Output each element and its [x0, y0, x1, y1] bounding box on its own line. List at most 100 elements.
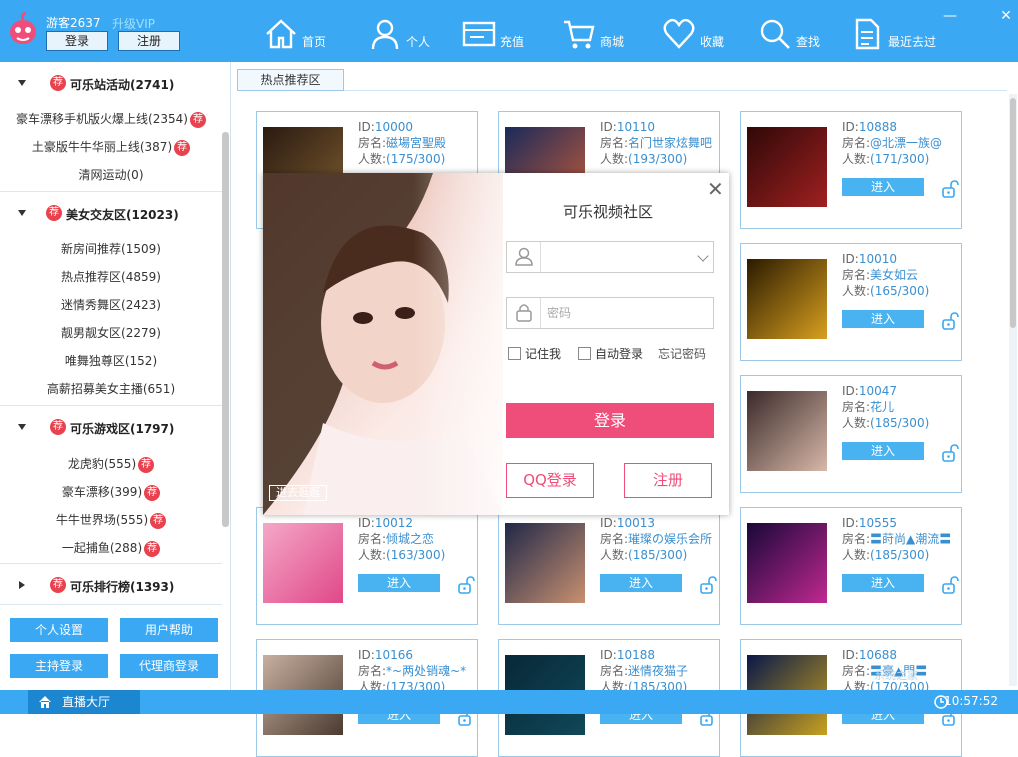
nav-personal[interactable]: 个人: [368, 14, 430, 54]
username-field[interactable]: [506, 241, 714, 273]
scrollbar-thumb[interactable]: [1010, 98, 1016, 328]
enter-room-button[interactable]: 进入: [842, 178, 924, 196]
content-scrollbar[interactable]: [1009, 94, 1017, 686]
minimize-button[interactable]: —: [942, 8, 958, 24]
room-thumbnail[interactable]: [747, 523, 827, 603]
sidebar-item[interactable]: 靓男靓女区(2279): [0, 323, 222, 343]
forgot-password-link[interactable]: 忘记密码: [658, 345, 706, 362]
enter-room-button[interactable]: 进入: [842, 574, 924, 592]
nav-shop[interactable]: 商城: [562, 14, 624, 54]
room-thumbnail[interactable]: [747, 391, 827, 471]
login-button[interactable]: 登录: [46, 31, 108, 51]
room-card[interactable]: ID:10047 房名:花儿 人数:(185/300) 进入: [740, 375, 962, 493]
sidebar-item[interactable]: 豪车漂移手机版火爆上线(2354) 荐: [0, 109, 222, 129]
room-card[interactable]: ID:10012 房名:倾城之恋 人数:(163/300) 进入: [256, 507, 478, 625]
sidebar-item[interactable]: 唯舞独尊区(152): [0, 351, 222, 371]
enter-room-button[interactable]: 进入: [600, 574, 682, 592]
sidebar-section-games[interactable]: 荐 可乐游戏区(1797): [0, 412, 222, 442]
sidebar-item[interactable]: 热点推荐区(4859): [0, 267, 222, 287]
recommend-badge: 荐: [144, 484, 161, 501]
nav-favorites[interactable]: 收藏: [662, 14, 724, 54]
dialog-login-button[interactable]: 登录: [506, 403, 714, 438]
password-field[interactable]: [506, 297, 714, 329]
tab-hot-recommend[interactable]: 热点推荐区: [237, 69, 344, 91]
count-value: (185/300): [870, 416, 930, 430]
home-icon: [266, 19, 296, 49]
close-icon[interactable]: ✕: [707, 177, 724, 201]
nav-search[interactable]: 查找: [758, 14, 820, 54]
unlock-icon[interactable]: [941, 576, 959, 594]
personal-settings-button[interactable]: 个人设置: [10, 618, 108, 642]
register-button[interactable]: 注册: [118, 31, 180, 51]
sidebar-item[interactable]: 豪车漂移(399) 荐: [0, 482, 222, 502]
live-hall-button[interactable]: 直播大厅: [28, 690, 140, 714]
remember-me-checkbox[interactable]: 记住我: [508, 345, 561, 362]
room-name-value: 花儿: [870, 400, 895, 414]
enter-room-button[interactable]: 进入: [358, 574, 440, 592]
sidebar-item[interactable]: 迷情秀舞区(2423): [0, 295, 222, 315]
unlock-icon[interactable]: [941, 312, 959, 330]
sidebar-item[interactable]: 龙虎豹(555) 荐: [0, 454, 222, 474]
sidebar-section-activities[interactable]: 荐 可乐站活动(2741): [0, 68, 222, 98]
room-name: 房名:倾城之恋: [358, 531, 434, 547]
room-card[interactable]: ID:10010 房名:美女如云 人数:(165/300) 进入: [740, 243, 962, 361]
id-label: ID:: [842, 648, 859, 662]
sidebar-item[interactable]: 新房间推荐(1509): [0, 239, 222, 259]
count-value: (193/300): [628, 152, 688, 166]
unlock-icon[interactable]: [699, 576, 717, 594]
id-label: ID:: [600, 648, 617, 662]
chevron-down-icon[interactable]: [697, 250, 709, 262]
browse-button[interactable]: 进去逛逛: [269, 485, 327, 501]
room-id: ID:10888: [842, 119, 897, 135]
sidebar-item[interactable]: 清网运动(0): [0, 165, 222, 185]
user-help-button[interactable]: 用户帮助: [120, 618, 218, 642]
room-card[interactable]: ID:10555 房名:〓莳尚▲潮流〓 人数:(185/300) 进入: [740, 507, 962, 625]
room-thumbnail[interactable]: [747, 259, 827, 339]
checkbox-box[interactable]: [508, 347, 521, 360]
sidebar-item[interactable]: 一起捕鱼(288) 荐: [0, 538, 222, 558]
expand-arrow-icon: [18, 210, 26, 216]
room-name-value: 美女如云: [870, 268, 919, 282]
unlock-icon[interactable]: [457, 576, 475, 594]
agent-login-button[interactable]: 代理商登录: [120, 654, 218, 678]
sidebar-scrollbar[interactable]: [222, 132, 229, 527]
enter-room-button[interactable]: 进入: [842, 442, 924, 460]
checkbox-box[interactable]: [578, 347, 591, 360]
qq-login-button[interactable]: QQ登录: [506, 463, 594, 498]
room-thumbnail[interactable]: [747, 127, 827, 207]
room-thumbnail[interactable]: [505, 523, 585, 603]
sidebar-section-beauty[interactable]: 荐 美女交友区(12023): [0, 198, 222, 228]
sidebar-item[interactable]: 高薪招募美女主播(651): [0, 379, 222, 399]
room-thumbnail[interactable]: [263, 523, 343, 603]
auto-login-checkbox[interactable]: 自动登录: [578, 345, 643, 362]
logo-icon: [10, 12, 36, 44]
nav-home[interactable]: 首页: [264, 14, 326, 54]
unlock-icon[interactable]: [941, 444, 959, 462]
login-dialog: 进去逛逛 ✕ 可乐视频社区 记住我 自动登录 忘记密码 登录 QQ登录 注册: [263, 173, 729, 515]
room-card[interactable]: ID:10888 房名:@北漂一族@ 人数:(171/300) 进入: [740, 111, 962, 229]
room-name: 房名:磁場宮聖殿: [358, 135, 446, 151]
room-count: 人数:(163/300): [358, 547, 445, 563]
sidebar-item[interactable]: 土豪版牛牛华丽上线(387) 荐: [0, 137, 222, 157]
item-label: 靓男靓女区(2279): [61, 326, 161, 340]
section-title: 可乐排行榜(1393): [70, 580, 175, 594]
nav-recharge[interactable]: 充值: [462, 14, 524, 54]
room-id: ID:10013: [600, 515, 655, 531]
sidebar-section-ranking[interactable]: 荐 可乐排行榜(1393): [0, 570, 222, 600]
host-login-button[interactable]: 主持登录: [10, 654, 108, 678]
unlock-icon[interactable]: [941, 180, 959, 198]
upgrade-vip-link[interactable]: 升级VIP: [112, 15, 155, 32]
id-value: 10888: [858, 120, 898, 134]
enter-room-button[interactable]: 进入: [842, 310, 924, 328]
expand-arrow-icon: [18, 80, 26, 86]
recommend-badge: 荐: [144, 540, 161, 557]
count-label: 人数:: [842, 548, 871, 562]
sidebar-item[interactable]: 牛牛世界场(555) 荐: [0, 510, 222, 530]
recommend-badge: 荐: [174, 139, 191, 156]
password-input[interactable]: [547, 304, 697, 322]
room-card[interactable]: ID:10013 房名:璀璨の娱乐会所 人数:(185/300) 进入: [498, 507, 720, 625]
close-window-button[interactable]: ✕: [998, 8, 1014, 24]
nav-recent[interactable]: 最近去过: [850, 14, 936, 54]
dialog-register-button[interactable]: 注册: [624, 463, 712, 498]
username-input[interactable]: [547, 248, 697, 266]
